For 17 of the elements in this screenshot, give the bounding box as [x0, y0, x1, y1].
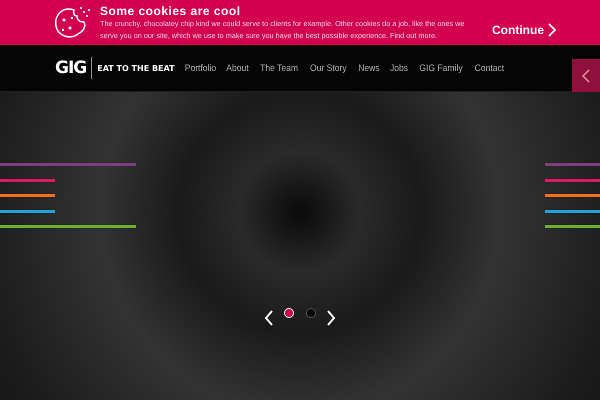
nav-link[interactable]: Portfolio	[184, 62, 216, 74]
cookie-title: Some cookies are cool	[100, 4, 242, 18]
chevron-left-icon	[582, 68, 590, 82]
slide-dot[interactable]	[306, 308, 316, 318]
nav-link[interactable]: The Team	[260, 62, 298, 74]
continue-button[interactable]: Continue	[492, 22, 556, 36]
nav-link[interactable]: Contact	[474, 62, 504, 74]
nav-link[interactable]: News	[358, 62, 380, 74]
logo[interactable]: GIG	[55, 57, 92, 79]
chevron-right-icon	[548, 22, 556, 36]
tagline: EAT TO THE BEAT	[97, 64, 175, 72]
nav-link[interactable]: GIG Family	[419, 62, 462, 74]
nav-link[interactable]: Our Story	[310, 62, 347, 74]
next-arrow[interactable]	[326, 310, 336, 326]
previous-arrow[interactable]	[264, 310, 274, 326]
nav-link[interactable]: About	[226, 62, 249, 74]
nav-link[interactable]: Jobs	[390, 62, 408, 74]
